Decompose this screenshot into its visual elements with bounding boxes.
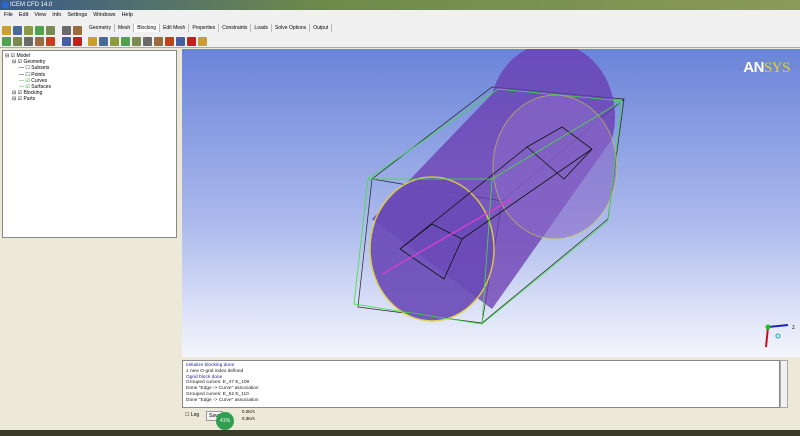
tree-item-label: Subsets (31, 65, 50, 72)
checkbox-checked-icon[interactable]: ⊟ ☑ (12, 59, 23, 65)
toolbar-icon[interactable] (187, 37, 196, 46)
checkbox-checked-icon[interactable]: ⊟ ☑ (12, 96, 23, 102)
log-checkbox[interactable]: ☐ Log (185, 412, 199, 418)
download-rate: 0.3K/s (242, 416, 255, 421)
message-controls: ☐ Log Save 41% 0.2K/s 0.3K/s (182, 408, 800, 430)
toolbar-icon[interactable] (2, 37, 11, 46)
graphics-viewport[interactable]: ANSYS z (182, 42, 800, 357)
toolbar-icon[interactable] (73, 37, 82, 46)
tab-constraints[interactable]: Constraints (219, 24, 252, 32)
checkbox-unchecked-icon[interactable]: — ☐ (19, 72, 31, 78)
toolbar-icon[interactable] (132, 37, 141, 46)
menu-windows[interactable]: Windows (93, 10, 115, 20)
log-line: Done "Edge -> Curve" association (186, 397, 259, 403)
model-tree-panel: ⊟ ☑ Model ⊟ ☑ Geometry — ☐ Subsets — ☐ Poin… (0, 48, 180, 436)
toolbar-icon[interactable] (73, 26, 82, 35)
tree-item-label: Geometry (23, 59, 46, 66)
toolbar-icon[interactable] (2, 26, 11, 35)
function-tabs: Geometry Mesh Blocking Edit Mesh Properties C… (86, 24, 333, 32)
checkbox-checked-icon[interactable]: ⊟ ☑ (12, 90, 23, 96)
toolbar-icon[interactable] (24, 37, 33, 46)
taskbar (0, 430, 800, 436)
tree-item-label: Blocking (23, 90, 43, 97)
checkbox-checked-icon[interactable]: — ☑ (19, 78, 31, 84)
tab-edit-mesh[interactable]: Edit Mesh (160, 24, 190, 32)
message-log: Initialize blocking done 1 new O-grid ind… (182, 360, 780, 408)
tree-item-parts[interactable]: ⊟ ☑ Parts (5, 96, 174, 102)
tab-blocking[interactable]: Blocking (134, 24, 161, 32)
toolbar-icon[interactable] (88, 37, 97, 46)
menu-help[interactable]: Help (122, 10, 133, 20)
tree-item-label: Parts (23, 96, 36, 103)
toolbar-icon[interactable] (46, 37, 55, 46)
tree-item-label: Surfaces (31, 84, 51, 91)
axis-triad: z (765, 324, 795, 348)
tab-properties[interactable]: Properties (189, 24, 220, 32)
toolbar-icon[interactable] (62, 37, 71, 46)
toolbar-icon[interactable] (176, 37, 185, 46)
menu-settings[interactable]: Settings (67, 10, 87, 20)
upload-rate: 0.2K/s (242, 409, 255, 414)
toolbar-icon[interactable] (13, 26, 22, 35)
menu-view[interactable]: View (34, 10, 46, 20)
tab-mesh[interactable]: Mesh (115, 24, 135, 32)
toolbar-icon[interactable] (35, 37, 44, 46)
network-meter-badge: 41% (216, 412, 234, 430)
checkbox-checked-icon[interactable]: — ☑ (19, 84, 31, 90)
menu-file[interactable]: File (4, 10, 13, 20)
toolbar-icon[interactable] (198, 37, 207, 46)
toolbar-icon[interactable] (99, 37, 108, 46)
tab-loads[interactable]: Loads (251, 24, 273, 32)
tab-solve-options[interactable]: Solve Options (272, 24, 311, 32)
app-icon (2, 2, 8, 8)
window-title: ICEM CFD 14.0 (10, 2, 53, 8)
menu-bar: File Edit View Info Settings Windows Help (0, 10, 800, 20)
tab-geometry[interactable]: Geometry (86, 24, 115, 32)
tree-item-label: Model (16, 53, 31, 59)
toolbar-icon[interactable] (35, 26, 44, 35)
toolbar-icon[interactable] (62, 26, 71, 35)
toolbar-icon[interactable] (24, 26, 33, 35)
toolbar-icon[interactable] (13, 37, 22, 46)
toolbar-icon[interactable] (143, 37, 152, 46)
tree-item-label: Points (31, 71, 46, 78)
tree-item-label: Curves (31, 77, 48, 84)
title-bar: ICEM CFD 14.0 (0, 0, 800, 10)
menu-info[interactable]: Info (52, 10, 61, 20)
toolbar-icon[interactable] (110, 37, 119, 46)
model-tree: ⊟ ☑ Model ⊟ ☑ Geometry — ☐ Subsets — ☐ Poin… (2, 50, 177, 238)
cylinder-near-face (369, 176, 495, 322)
z-axis-label: z (792, 325, 795, 331)
toolbar-icon[interactable] (165, 37, 174, 46)
checkbox-checked-icon[interactable]: ⊟ ☑ (5, 53, 16, 59)
toolbar-icon[interactable] (121, 37, 130, 46)
ansys-logo: ANSYS (743, 59, 790, 76)
message-scrollbar[interactable] (780, 360, 788, 408)
checkbox-unchecked-icon[interactable]: — ☐ (19, 65, 31, 71)
toolbar-icon[interactable] (46, 26, 55, 35)
tab-output[interactable]: Output (310, 24, 333, 32)
toolbar-icon[interactable] (154, 37, 163, 46)
geometry-view: z (353, 42, 795, 348)
menu-edit[interactable]: Edit (19, 10, 28, 20)
